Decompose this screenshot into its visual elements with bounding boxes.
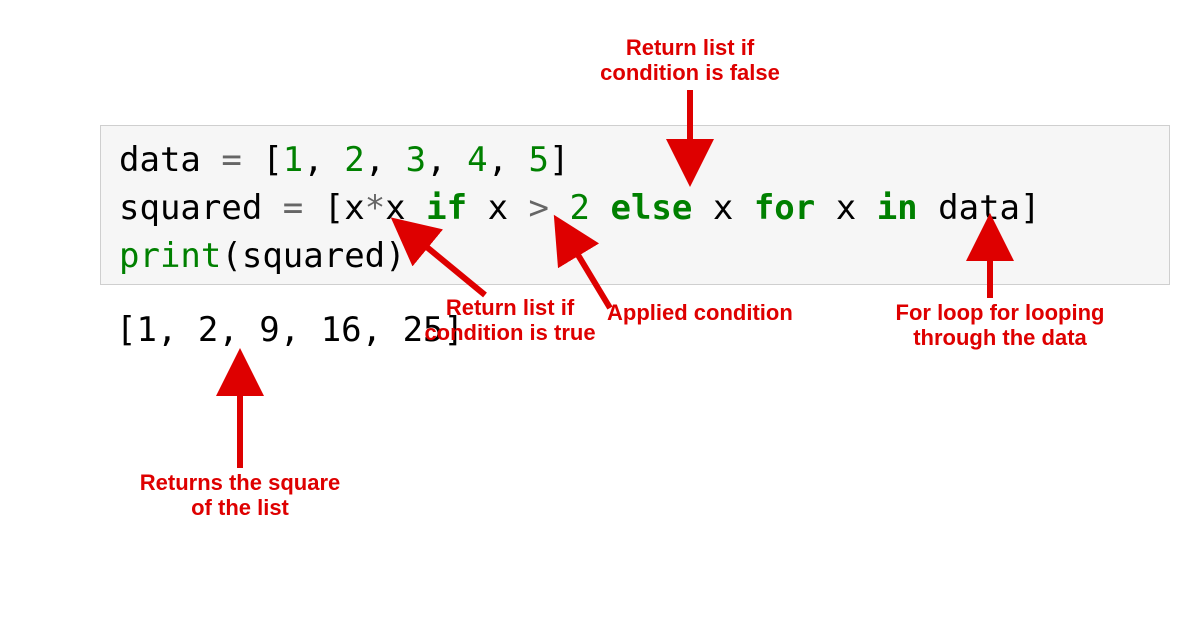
token-x: x [836, 188, 856, 228]
token-arg-squared: squared [242, 236, 385, 276]
token-space [856, 188, 876, 228]
token-x: x [713, 188, 733, 228]
token-space [406, 188, 426, 228]
token-data: data [938, 188, 1020, 228]
annotation-applied-condition: Applied condition [607, 300, 827, 325]
token-num-2b: 2 [570, 188, 590, 228]
token-space [692, 188, 712, 228]
token-space [549, 188, 569, 228]
annotation-return-false: Return list if condition is false [580, 35, 800, 86]
token-num-4: 4 [467, 140, 487, 180]
token-lparen: ( [221, 236, 241, 276]
token-space [918, 188, 938, 228]
token-num-2: 2 [344, 140, 364, 180]
code-line-2: squared = [x*x if x > 2 else x for x in … [119, 184, 1151, 232]
token-in: in [877, 188, 918, 228]
token-print: print [119, 236, 221, 276]
token-rbracket: ] [549, 140, 569, 180]
token-num-3: 3 [406, 140, 426, 180]
token-comma: , [303, 140, 344, 180]
token-data: data [119, 140, 201, 180]
diagram-stage: Return list if condition is false data =… [0, 0, 1200, 630]
token-comma: , [426, 140, 467, 180]
annotation-for-loop: For loop for looping through the data [860, 300, 1140, 351]
token-x: x [344, 188, 364, 228]
token-squared: squared [119, 188, 262, 228]
token-lbracket: [ [324, 188, 344, 228]
token-star: * [365, 188, 385, 228]
token-num-1: 1 [283, 140, 303, 180]
annotation-returns-square: Returns the square of the list [120, 470, 360, 521]
token-comma: , [488, 140, 529, 180]
token-x: x [385, 188, 405, 228]
token-comma: , [365, 140, 406, 180]
token-num-5: 5 [529, 140, 549, 180]
annotation-return-true: Return list if condition is true [410, 295, 610, 346]
token-space [815, 188, 835, 228]
token-space [467, 188, 487, 228]
token-assign: = [262, 188, 323, 228]
code-line-3: print(squared) [119, 232, 1151, 280]
token-assign: = [201, 140, 262, 180]
token-rbracket: ] [1020, 188, 1040, 228]
token-else: else [610, 188, 692, 228]
code-line-1: data = [1, 2, 3, 4, 5] [119, 136, 1151, 184]
token-space [508, 188, 528, 228]
token-gt: > [529, 188, 549, 228]
token-rparen: ) [385, 236, 405, 276]
token-space [733, 188, 753, 228]
code-block: data = [1, 2, 3, 4, 5] squared = [x*x if… [100, 125, 1170, 285]
token-lbracket: [ [262, 140, 282, 180]
token-for: for [754, 188, 815, 228]
token-x: x [488, 188, 508, 228]
token-if: if [426, 188, 467, 228]
token-space [590, 188, 610, 228]
